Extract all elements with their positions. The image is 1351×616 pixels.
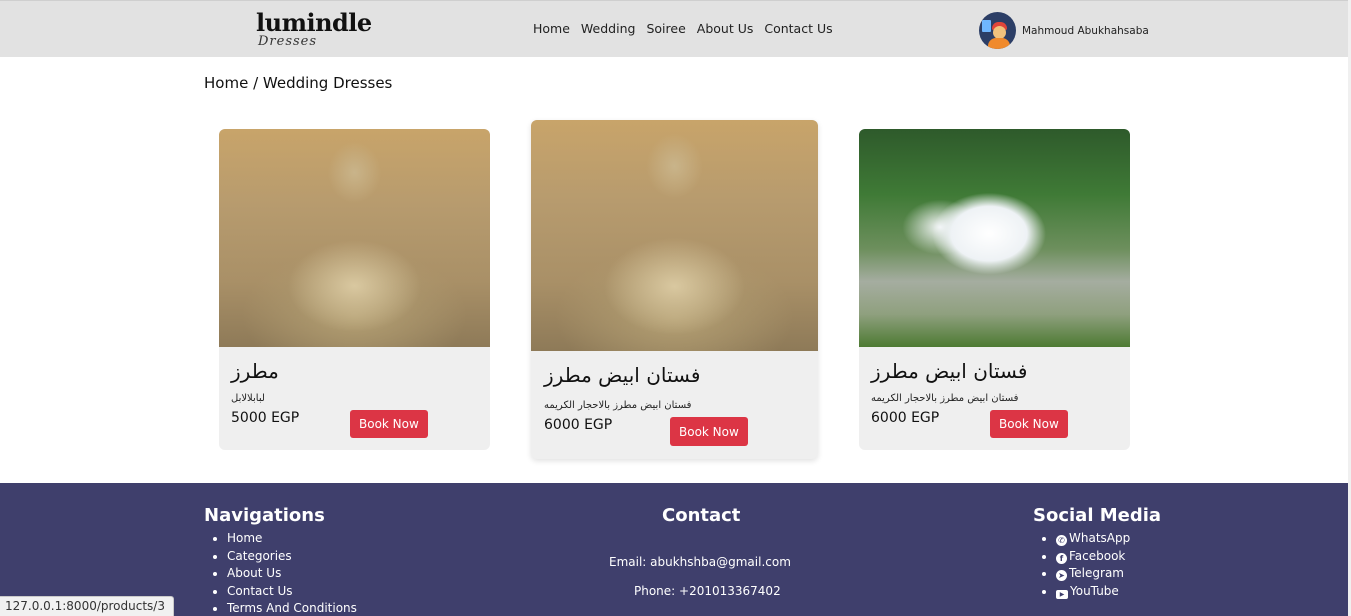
book-now-button[interactable]: Book Now xyxy=(670,417,748,446)
footer-social-list: ✆WhatsApp fFacebook ➤Telegram ▶YouTube xyxy=(1033,530,1130,600)
footer-link-home[interactable]: Home xyxy=(227,530,357,548)
social-link-telegram[interactable]: ➤Telegram xyxy=(1056,565,1130,583)
product-image[interactable] xyxy=(219,129,490,347)
footer-nav-heading: Navigations xyxy=(204,505,325,526)
book-now-button[interactable]: Book Now xyxy=(350,410,428,438)
social-label: WhatsApp xyxy=(1069,531,1131,545)
footer-link-contact-us[interactable]: Contact Us xyxy=(227,583,357,601)
brand-logo[interactable]: lumindle Dresses xyxy=(256,8,372,52)
breadcrumb: Home / Wedding Dresses xyxy=(204,74,393,92)
footer-contact-heading: Contact xyxy=(662,505,741,526)
navbar: lumindle Dresses Home Wedding Soiree Abo… xyxy=(0,0,1351,57)
footer: Navigations Home Categories About Us Con… xyxy=(0,483,1351,616)
footer-social-heading: Social Media xyxy=(1033,505,1162,526)
facebook-icon: f xyxy=(1056,552,1067,564)
product-price: 6000 EGP xyxy=(544,417,613,433)
logo-subtext: Dresses xyxy=(258,34,318,49)
footer-link-terms[interactable]: Terms And Conditions xyxy=(227,600,357,616)
product-card: فستان ابيض مطرز فستان ابيض مطرز بالاحجار… xyxy=(859,129,1130,450)
social-label: Facebook xyxy=(1069,548,1126,563)
social-link-facebook[interactable]: fFacebook xyxy=(1056,548,1130,566)
footer-link-categories[interactable]: Categories xyxy=(227,548,357,566)
telegram-icon: ➤ xyxy=(1056,570,1067,581)
social-link-whatsapp[interactable]: ✆WhatsApp xyxy=(1056,530,1130,548)
product-image[interactable] xyxy=(531,120,818,351)
footer-link-about-us[interactable]: About Us xyxy=(227,565,357,583)
nav-about-us[interactable]: About Us xyxy=(697,21,754,37)
main-nav: Home Wedding Soiree About Us Contact Us xyxy=(533,21,844,37)
social-label: YouTube xyxy=(1070,583,1119,598)
nav-contact-us[interactable]: Contact Us xyxy=(764,21,832,37)
product-title: مطرز xyxy=(231,359,279,383)
nav-soiree[interactable]: Soiree xyxy=(646,21,685,37)
product-image[interactable] xyxy=(859,129,1130,347)
social-link-youtube[interactable]: ▶YouTube xyxy=(1056,583,1130,601)
product-price: 6000 EGP xyxy=(871,410,940,426)
nav-home[interactable]: Home xyxy=(533,21,570,37)
user-name: Mahmoud Abukhahsaba xyxy=(1022,24,1149,37)
product-description: فستان ابيض مطرز بالاحجار الكريمه xyxy=(544,400,692,411)
product-title: فستان ابيض مطرز xyxy=(871,359,1028,383)
nav-wedding[interactable]: Wedding xyxy=(581,21,636,37)
product-description: فستان ابيض مطرز بالاحجار الكريمه xyxy=(871,393,1019,404)
social-label: Telegram xyxy=(1069,566,1124,580)
product-card: مطرز لبابلالابل 5000 EGP Book Now xyxy=(219,129,490,450)
status-url-bar: 127.0.0.1:8000/products/3 xyxy=(0,596,174,616)
whatsapp-icon: ✆ xyxy=(1056,535,1067,546)
product-price: 5000 EGP xyxy=(231,410,300,426)
product-title: فستان ابيض مطرز xyxy=(544,363,701,387)
contact-phone: Phone: +201013367402 xyxy=(634,584,781,598)
user-profile[interactable]: Mahmoud Abukhahsaba xyxy=(979,12,1149,49)
youtube-icon: ▶ xyxy=(1056,589,1068,599)
product-card: فستان ابيض مطرز فستان ابيض مطرز بالاحجار… xyxy=(531,120,818,459)
avatar xyxy=(979,12,1016,49)
logo-text: lumindle xyxy=(256,8,372,37)
footer-nav-list: Home Categories About Us Contact Us Term… xyxy=(204,530,357,616)
book-now-button[interactable]: Book Now xyxy=(990,410,1068,438)
contact-email: Email: abukhshba@gmail.com xyxy=(609,555,791,569)
product-description: لبابلالابل xyxy=(231,393,265,404)
